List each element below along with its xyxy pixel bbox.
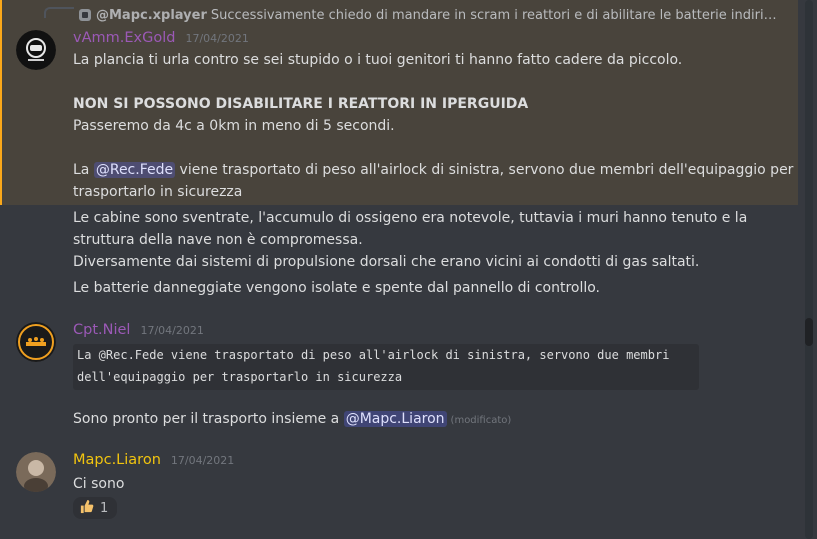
reply-preview[interactable]: @Mapc.xplayer Successivamente chiedo di … — [78, 6, 778, 24]
reaction-button[interactable]: 1 — [73, 497, 117, 519]
message-text: Ci sono — [73, 476, 125, 492]
code-line: La @Rec.Fede viene trasportato di peso a… — [77, 348, 670, 362]
message-text: NON SI POSSONO DISABILITARE I REATTORI I… — [73, 96, 529, 112]
user-mention[interactable]: @Rec.Fede — [93, 162, 176, 178]
reply-connector — [44, 7, 74, 18]
code-line: dell'equipaggio per trasportarlo in sicu… — [77, 370, 403, 384]
thumbs-up-icon — [79, 499, 94, 517]
avatar[interactable] — [16, 322, 56, 362]
message-text: Passeremo da 4c a 0km in meno di 5 secon… — [73, 118, 395, 134]
reply-text[interactable]: Successivamente chiedo di mandare in scr… — [211, 8, 778, 23]
author-name[interactable]: vAmm.ExGold — [73, 30, 175, 46]
scrollbar-thumb[interactable] — [805, 318, 813, 346]
message-text: Le cabine sono sventrate, l'accumulo di … — [73, 210, 748, 226]
message-text-part: viene trasportato di peso all'airlock di… — [175, 162, 794, 178]
message-text: La plancia ti urla contro se sei stupido… — [73, 52, 683, 68]
message-text: La @Rec.Fede viene trasportato di peso a… — [73, 159, 793, 181]
author-name[interactable]: Cpt.Niel — [73, 322, 130, 338]
message-text: trasportarlo in sicurezza — [73, 184, 243, 200]
avatar[interactable] — [16, 452, 56, 492]
code-block: La @Rec.Fede viene trasportato di peso a… — [73, 344, 699, 390]
reply-avatar-icon — [78, 8, 92, 22]
avatar[interactable] — [16, 30, 56, 70]
user-mention[interactable]: @Mapc.Liaron — [343, 411, 447, 427]
message-text-part: La — [73, 162, 94, 178]
message-header: vAmm.ExGold 17/04/2021 — [73, 30, 249, 46]
edited-label: (modificato) — [450, 415, 512, 426]
message-text: Diversamente dai sistemi di propulsione … — [73, 254, 700, 270]
message-text: Sono pronto per il trasporto insieme a @… — [73, 408, 511, 432]
message-header: Cpt.Niel 17/04/2021 — [73, 322, 204, 338]
author-name[interactable]: Mapc.Liaron — [73, 452, 161, 468]
chat-messages: @Mapc.xplayer Successivamente chiedo di … — [0, 0, 817, 539]
scrollbar-track[interactable] — [805, 0, 813, 539]
message-timestamp[interactable]: 17/04/2021 — [140, 324, 203, 337]
message-text: Le batterie danneggiate vengono isolate … — [73, 280, 601, 296]
message-text-part: Sono pronto per il trasporto insieme a — [73, 411, 344, 427]
message-text: struttura della nave non è compromessa. — [73, 232, 363, 248]
message-timestamp[interactable]: 17/04/2021 — [171, 454, 234, 467]
reaction-count: 1 — [100, 500, 109, 516]
message-header: Mapc.Liaron 17/04/2021 — [73, 452, 234, 468]
message-timestamp[interactable]: 17/04/2021 — [185, 32, 248, 45]
reply-author[interactable]: @Mapc.xplayer — [96, 8, 207, 23]
